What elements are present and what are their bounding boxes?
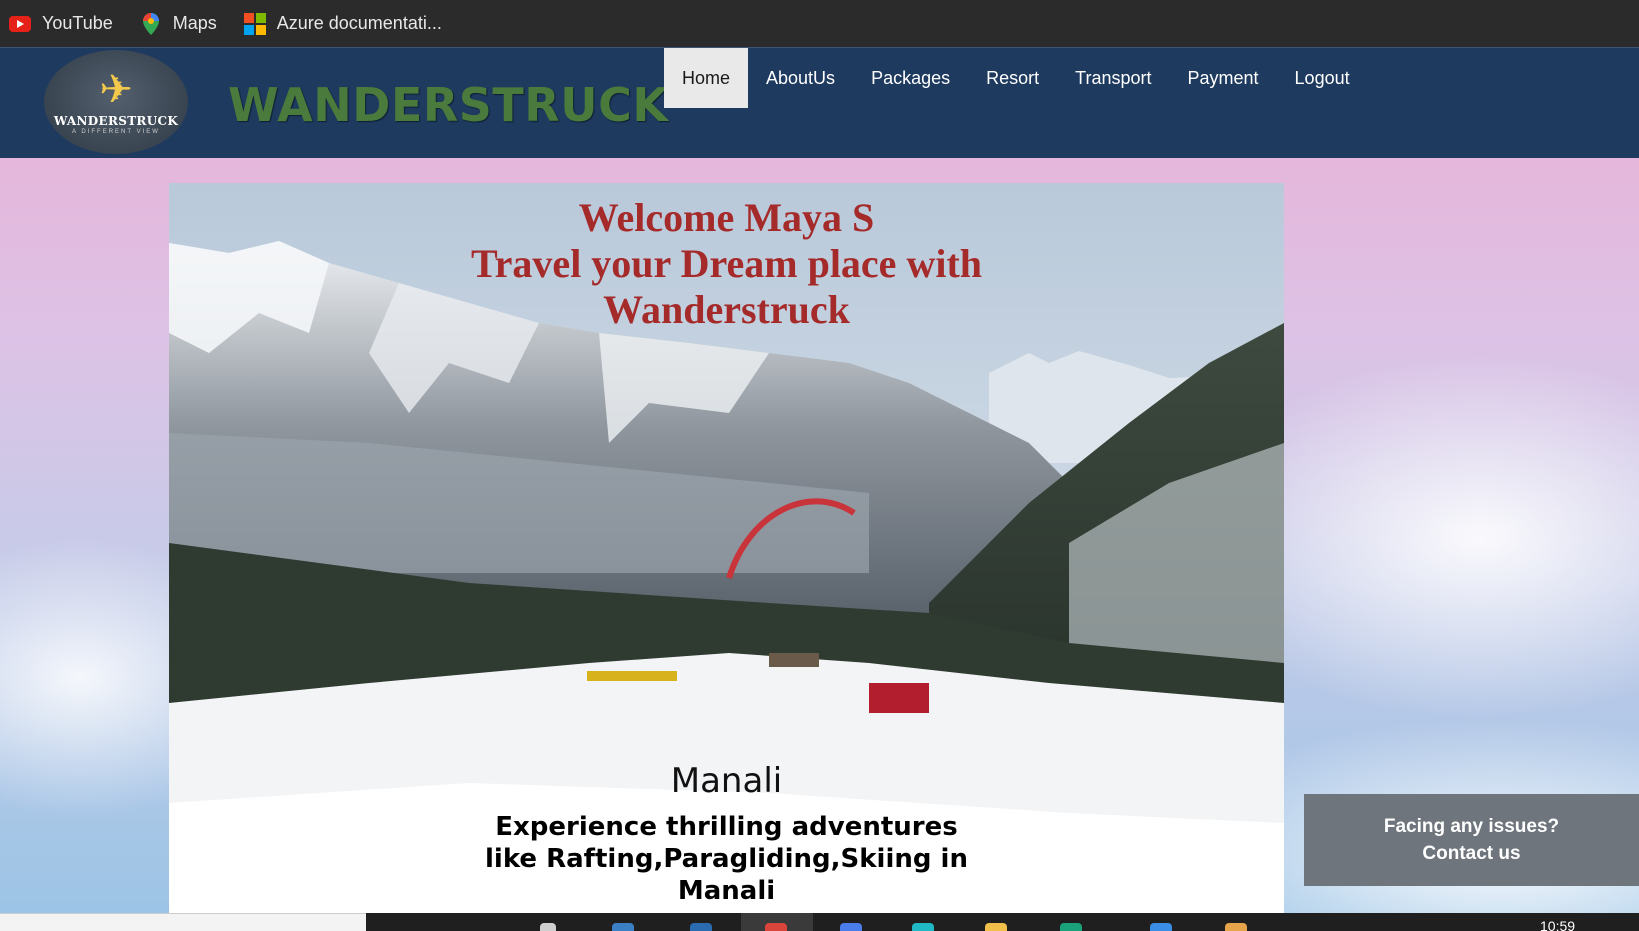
bookmark-label: Maps (172, 13, 217, 33)
nav-payment[interactable]: Payment (1170, 48, 1277, 108)
youtube-icon (8, 12, 32, 36)
nav-packages[interactable]: Packages (853, 48, 968, 108)
nav-home[interactable]: Home (664, 48, 749, 108)
globe-plane-icon: ✈ (99, 67, 133, 112)
contact-us-box[interactable]: Facing any issues? Contact us (1304, 794, 1639, 886)
place-tagline: Experience thrilling adventures like Raf… (169, 811, 1284, 907)
chrome-icon[interactable] (765, 923, 787, 931)
site-header: ✈ WANDERSTRUCK A DIFFERENT VIEW WANDERST… (0, 47, 1639, 158)
bookmark-label: YouTube (42, 13, 113, 33)
welcome-subline: Travel your Dream place with Wanderstruc… (470, 241, 983, 332)
tagline-text: Experience thrilling adventures like Raf… (485, 812, 968, 906)
logo-text: WANDERSTRUCK (53, 113, 179, 128)
app-icon[interactable] (1060, 923, 1082, 931)
app-icon[interactable] (840, 923, 862, 931)
taskbar-clock: 10:59 (1540, 918, 1576, 931)
main-nav: Home AboutUs Packages Resort Transport P… (664, 48, 1368, 108)
hero-image: Welcome Maya S Travel your Dream place w… (169, 183, 1284, 913)
task-view-icon[interactable] (540, 923, 556, 931)
maps-pin-icon (139, 12, 163, 36)
folder-icon[interactable] (985, 923, 1007, 931)
bookmark-maps[interactable]: Maps (139, 12, 217, 36)
welcome-heading: Welcome Maya S Travel your Dream place w… (169, 195, 1284, 333)
contact-question: Facing any issues? (1383, 816, 1560, 837)
microsoft-icon (243, 12, 267, 36)
logo-subtext: A DIFFERENT VIEW (72, 128, 160, 135)
app-icon[interactable] (612, 923, 634, 931)
taskbar-search[interactable] (0, 913, 366, 931)
place-name: Manali (670, 761, 783, 801)
nav-aboutus[interactable]: AboutUs (748, 48, 853, 108)
nav-logout[interactable]: Logout (1277, 48, 1368, 108)
bookmark-youtube[interactable]: YouTube (8, 12, 113, 36)
app-icon[interactable] (912, 923, 934, 931)
contact-link[interactable]: Contact us (1304, 840, 1639, 867)
app-icon[interactable] (1150, 923, 1172, 931)
brand-title: WANDERSTRUCK (228, 78, 669, 132)
app-icon[interactable] (1225, 923, 1247, 931)
bookmark-label: Azure documentati... (276, 13, 442, 33)
welcome-line: Welcome Maya S (578, 195, 875, 240)
app-icon[interactable] (690, 923, 712, 931)
bookmark-azure-docs[interactable]: Azure documentati... (243, 12, 442, 36)
bookmarks-bar: YouTube Maps Azure documentati... (0, 0, 1639, 47)
site-logo[interactable]: ✈ WANDERSTRUCK A DIFFERENT VIEW (44, 50, 188, 154)
os-taskbar: 10:59 (0, 913, 1639, 931)
nav-resort[interactable]: Resort (968, 48, 1057, 108)
nav-transport[interactable]: Transport (1057, 48, 1169, 108)
